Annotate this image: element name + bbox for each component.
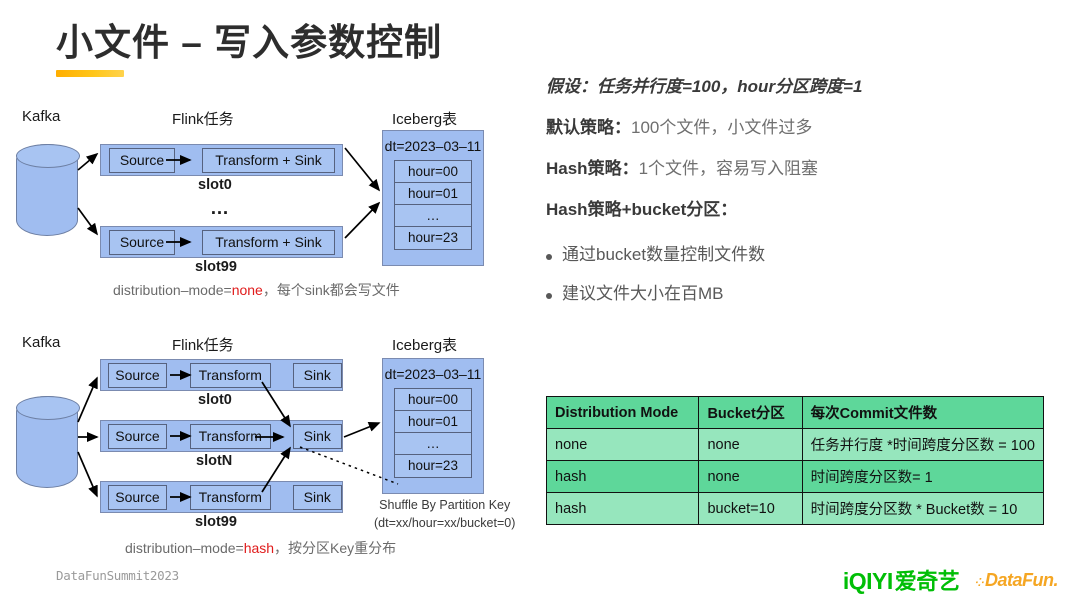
table-cell-distribution-mode: hash	[545, 492, 700, 525]
bullet-dot-icon	[546, 293, 552, 299]
bullet-item: 建议文件大小在百MB	[546, 279, 1066, 304]
table-row: hash none 时间跨度分区数= 1	[545, 460, 1045, 493]
table-cell-commit-file-count: 时间跨度分区数 * Bucket数 = 10	[801, 492, 1045, 525]
table-header-cell: 每次Commit文件数	[801, 396, 1045, 429]
caption-highlight-value: hash	[243, 540, 275, 556]
hash-bucket-strategy-line: Hash策略+bucket分区：	[546, 195, 1066, 220]
table-cell-commit-file-count: 时间跨度分区数= 1	[801, 460, 1045, 493]
default-strategy-label: 默认策略：	[546, 118, 631, 137]
footer-logos: iQIYI爱奇艺 ⁘DataFun.	[842, 564, 1059, 596]
table-cell-bucket-partition: bucket=10	[698, 492, 803, 525]
diagram-bottom-caption: distribution–mode=hash，按分区Key重分布	[125, 538, 396, 558]
table-cell-bucket-partition: none	[698, 428, 803, 461]
page-title: 小文件 – 写入参数控制	[56, 22, 443, 63]
title-block: 小文件 – 写入参数控制	[56, 20, 443, 78]
diagram-top-caption: distribution–mode=none，每个sink都会写文件	[113, 280, 400, 300]
assumption-line: 假设：任务并行度=100，hour分区跨度=1	[546, 72, 1066, 97]
caption-suffix: ，按分区Key重分布	[274, 540, 397, 556]
title-underline-accent	[56, 70, 124, 78]
bullet-item: 通过bucket数量控制文件数	[546, 240, 1066, 265]
shuffle-note-line-1: Shuffle By Partition Key	[379, 498, 511, 512]
table-header-cell: Bucket分区	[698, 396, 803, 429]
shuffle-partition-note: Shuffle By Partition Key (dt=xx/hour=xx/…	[374, 496, 515, 532]
caption-prefix: distribution–mode=	[113, 282, 232, 298]
default-strategy-line: 默认策略：100个文件，小文件过多	[546, 113, 1066, 138]
right-text-panel: 假设：任务并行度=100，hour分区跨度=1 默认策略：100个文件，小文件过…	[546, 72, 1066, 318]
diagram-top-arrows	[77, 147, 381, 248]
assumption-text: 假设：任务并行度=100，hour分区跨度=1	[546, 77, 863, 96]
diagram-distribution-mode-hash: Kafka Flink任务 Iceberg表 Source Transform …	[0, 334, 520, 559]
table-cell-commit-file-count: 任务并行度 *时间跨度分区数 = 100	[801, 428, 1045, 461]
hash-strategy-value: 1个文件，容易写入阻塞	[638, 159, 819, 178]
hash-strategy-line: Hash策略：1个文件，容易写入阻塞	[546, 154, 1066, 179]
diagram-distribution-mode-none: Kafka Flink任务 Iceberg表 Source Transform …	[0, 108, 520, 303]
distribution-mode-table: Distribution Mode Bucket分区 每次Commit文件数 n…	[545, 396, 1045, 525]
caption-highlight-value: none	[231, 282, 263, 298]
datafun-logo-text: DataFun.	[984, 569, 1059, 590]
iqiyi-logo-cn: 爱奇艺	[894, 569, 960, 594]
bullet-text: 通过bucket数量控制文件数	[562, 245, 766, 264]
table-cell-distribution-mode: none	[545, 428, 700, 461]
caption-prefix: distribution–mode=	[125, 540, 244, 556]
hash-bucket-strategy-label: Hash策略+bucket分区：	[546, 200, 738, 219]
table-cell-bucket-partition: none	[698, 460, 803, 493]
caption-suffix: ，每个sink都会写文件	[262, 282, 400, 298]
shuffle-note-line-2: (dt=xx/hour=xx/bucket=0)	[374, 516, 516, 531]
datafun-dots-icon: ⁘	[975, 576, 984, 589]
datafun-logo: ⁘DataFun.	[975, 570, 1058, 591]
slide-canvas: 小文件 – 写入参数控制 Kafka Flink任务 Iceberg表 Sour…	[0, 0, 1080, 608]
bullet-text: 建议文件大小在百MB	[562, 284, 724, 303]
table-row: hash bucket=10 时间跨度分区数 * Bucket数 = 10	[545, 492, 1045, 525]
iqiyi-logo: iQIYI爱奇艺	[842, 564, 960, 596]
hash-strategy-label: Hash策略：	[546, 159, 639, 178]
table-header-row: Distribution Mode Bucket分区 每次Commit文件数	[545, 396, 1045, 429]
table-cell-distribution-mode: hash	[545, 460, 700, 493]
table-row: none none 任务并行度 *时间跨度分区数 = 100	[545, 428, 1045, 461]
default-strategy-value: 100个文件，小文件过多	[631, 118, 813, 137]
bullet-dot-icon	[546, 254, 552, 260]
footer-summit-label: DataFunSummit2023	[56, 568, 179, 583]
table-header-cell: Distribution Mode	[545, 396, 700, 429]
iqiyi-logo-en: iQIYI	[842, 568, 893, 594]
